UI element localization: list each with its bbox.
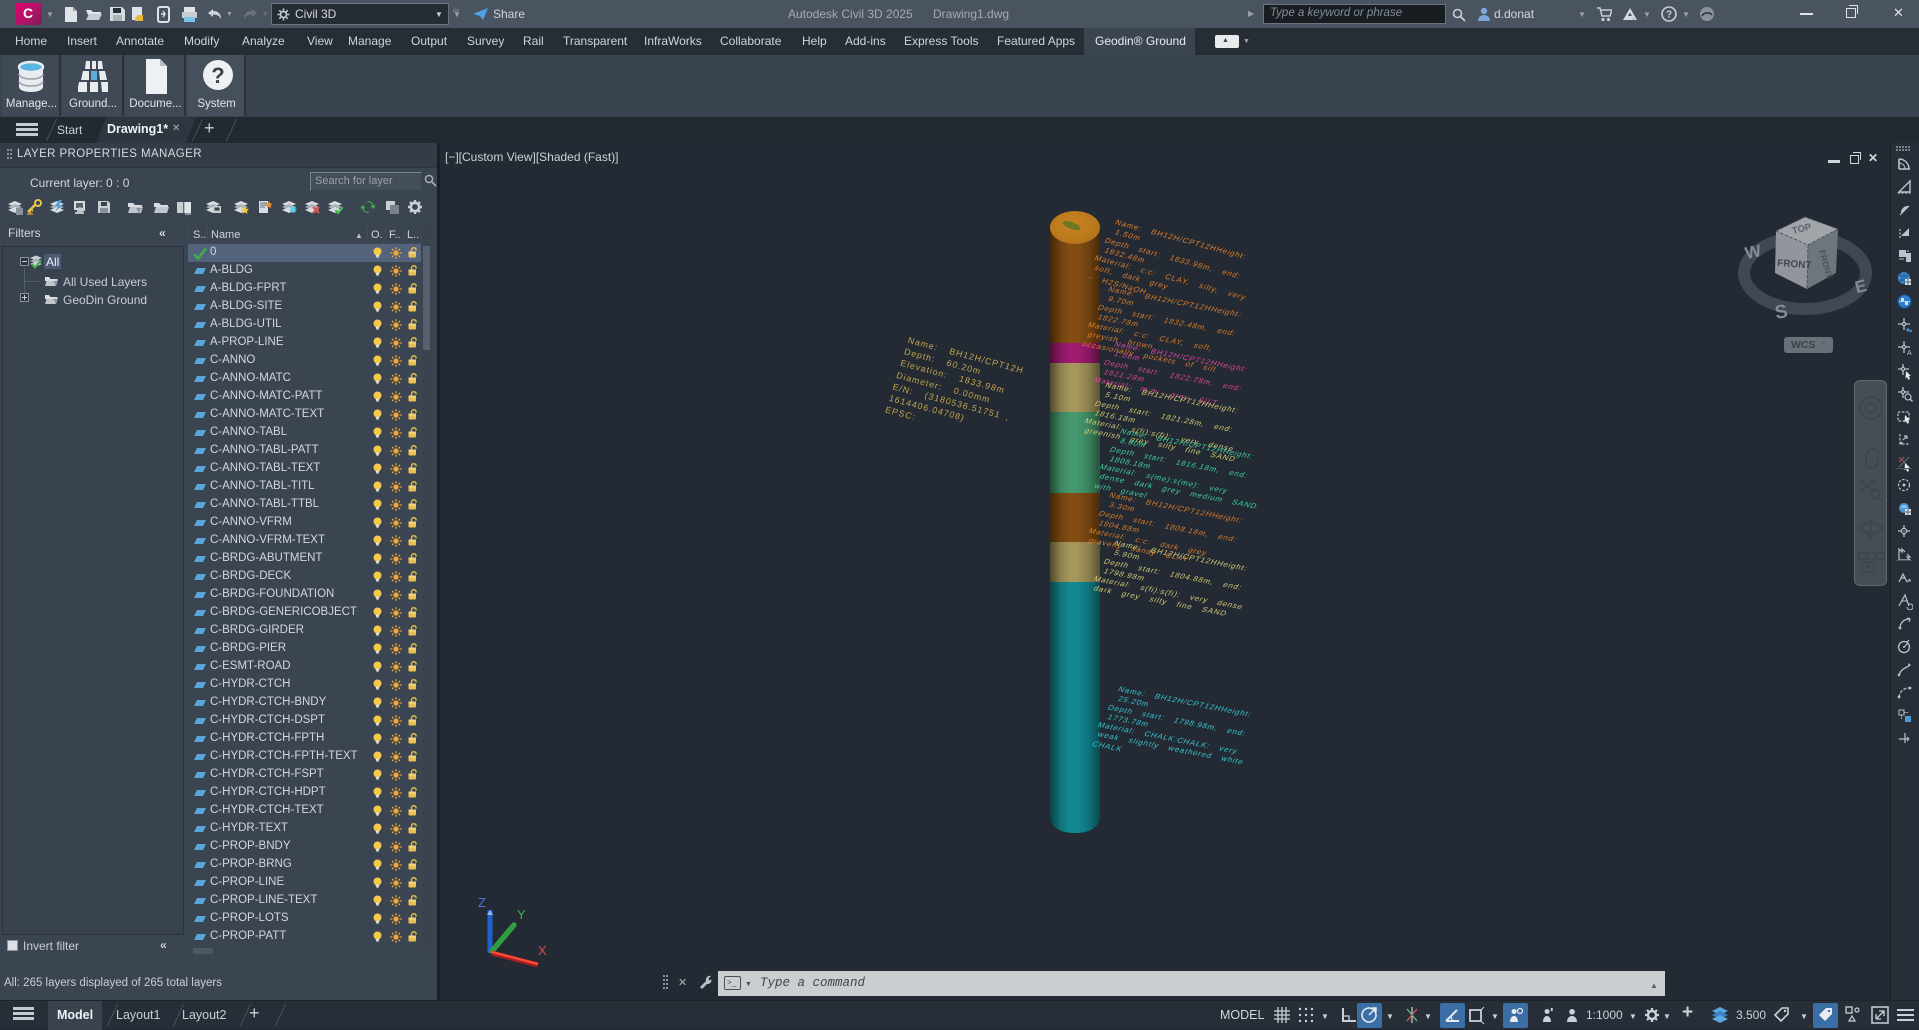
svg-text:X: X	[538, 943, 547, 958]
svg-text:?: ?	[1666, 10, 1672, 21]
svg-text:A: A	[1907, 350, 1912, 357]
svg-text:?: ?	[211, 63, 224, 88]
svg-text:Z: Z	[478, 895, 486, 910]
svg-text:Y: Y	[517, 907, 526, 922]
